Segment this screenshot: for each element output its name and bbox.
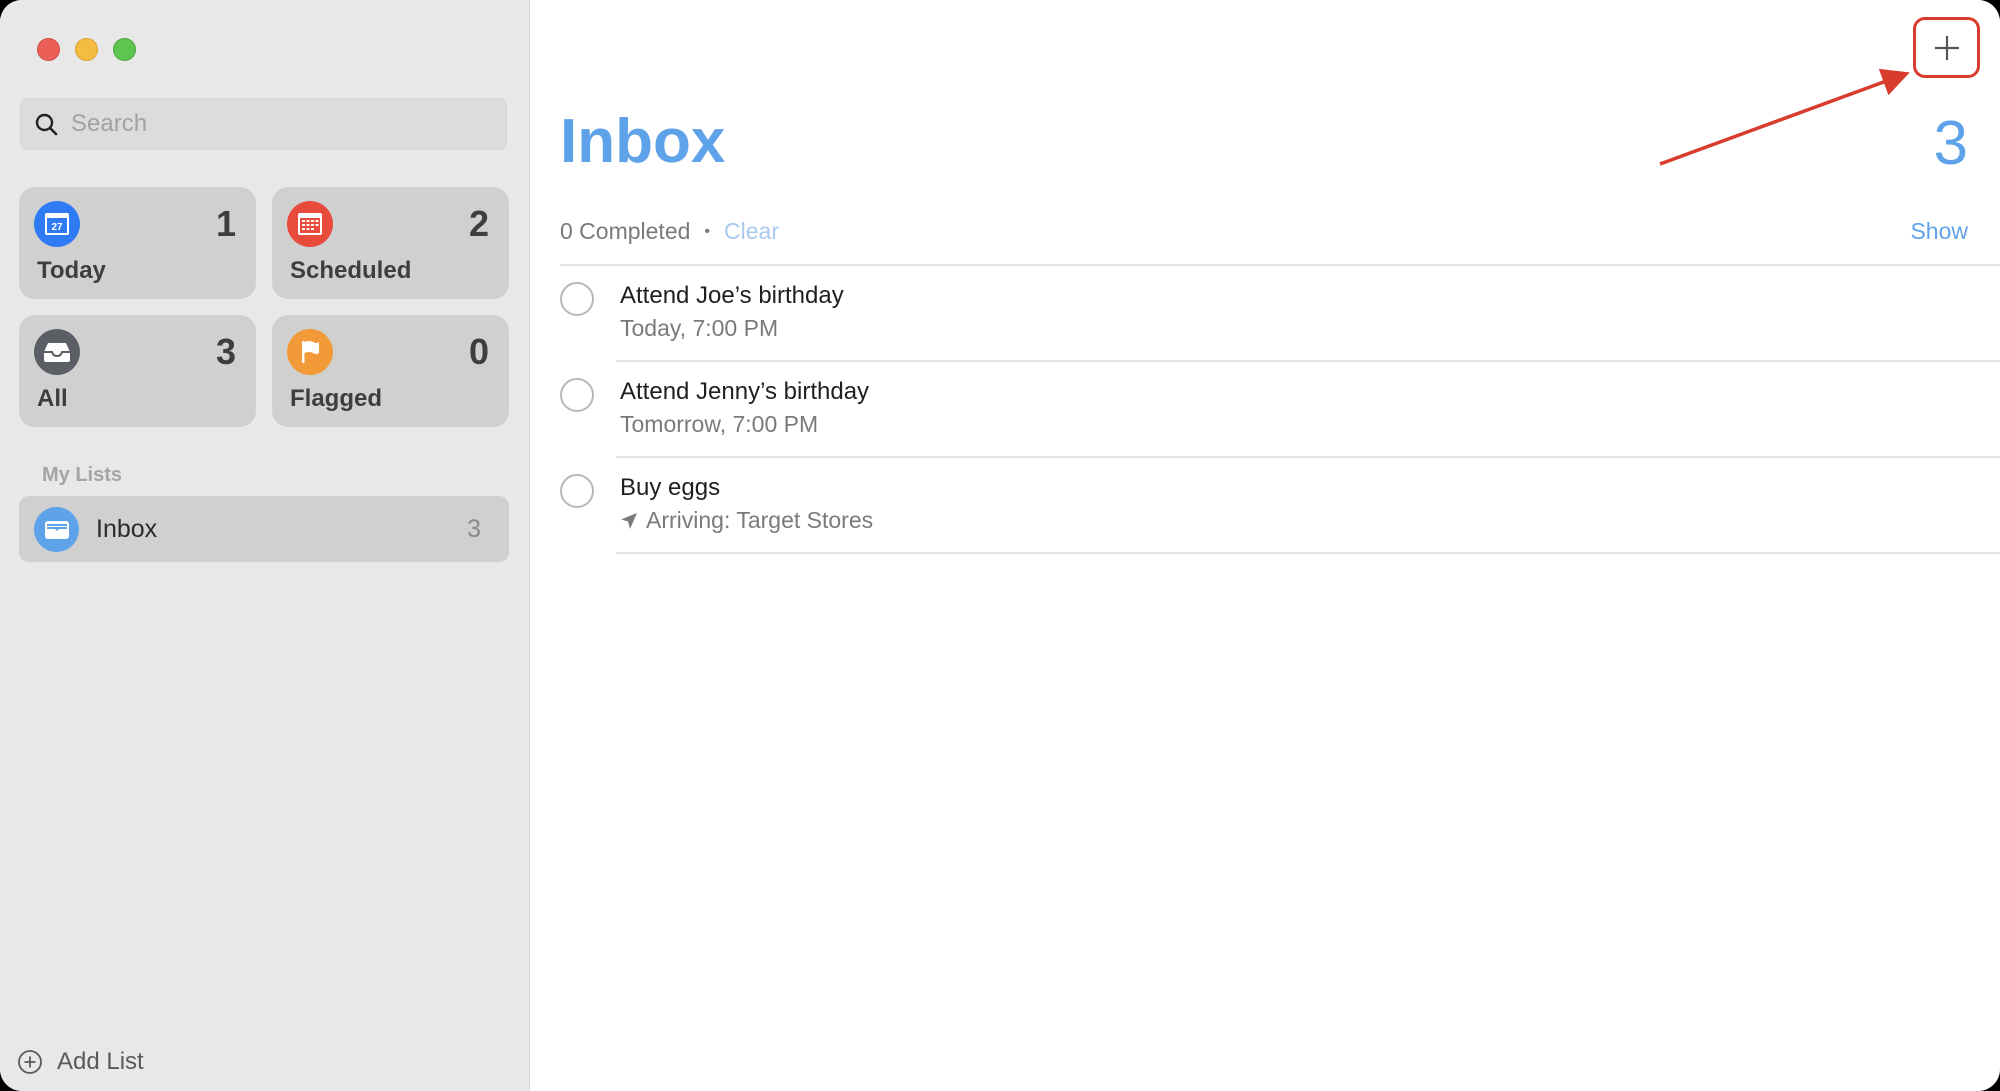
reminder-subtitle: Today, 7:00 PM xyxy=(620,315,778,342)
flag-icon xyxy=(287,329,333,375)
reminder-due: Tomorrow, 7:00 PM xyxy=(620,411,819,437)
reminder-title[interactable]: Buy eggs xyxy=(620,474,720,502)
location-arrow-icon xyxy=(621,512,637,529)
separator-dot: • xyxy=(704,222,711,240)
clear-completed-button[interactable]: Clear xyxy=(724,218,779,245)
smart-list-today[interactable]: 27 1 Today xyxy=(19,187,256,299)
reminder-due: Today, 7:00 PM xyxy=(620,315,779,341)
flagged-count: 0 xyxy=(468,331,489,372)
search-icon xyxy=(35,113,58,136)
add-list-label: Add List xyxy=(57,1048,144,1075)
reminder-location: Arriving: Target Stores xyxy=(646,507,874,533)
minimize-window-button[interactable] xyxy=(75,38,98,61)
completed-bar: 0 Completed • Clear xyxy=(560,218,779,245)
page-title: Inbox xyxy=(560,107,726,176)
add-list-button[interactable]: Add List xyxy=(17,1048,144,1076)
add-reminder-button[interactable] xyxy=(1913,17,1980,78)
sidebar-list-inbox[interactable]: Inbox 3 xyxy=(19,496,509,562)
all-count: 3 xyxy=(215,331,236,372)
reminder-title[interactable]: Attend Joe’s birthday xyxy=(620,282,844,310)
list-count: 3 xyxy=(467,515,481,543)
my-lists-header: My Lists xyxy=(42,464,123,486)
today-label: Today xyxy=(37,257,106,284)
svg-text:27: 27 xyxy=(51,222,63,233)
smart-list-flagged[interactable]: 0 Flagged xyxy=(272,315,509,427)
scheduled-count: 2 xyxy=(468,203,489,244)
reminder-row[interactable]: Attend Joe’s birthday Today, 7:00 PM xyxy=(531,266,2000,362)
show-completed-button[interactable]: Show xyxy=(1910,218,1968,245)
main-content: Inbox 3 0 Completed • Clear Show Attend … xyxy=(531,0,2000,1091)
reminders-window: 27 1 Today 2 Scheduled xyxy=(0,0,2000,1091)
reminder-checkbox[interactable] xyxy=(560,474,594,508)
sidebar: 27 1 Today 2 Scheduled xyxy=(0,0,530,1091)
reminder-checkbox[interactable] xyxy=(560,378,594,412)
smart-list-scheduled[interactable]: 2 Scheduled xyxy=(272,187,509,299)
list-name: Inbox xyxy=(96,515,158,543)
scheduled-label: Scheduled xyxy=(290,257,412,284)
search-field[interactable] xyxy=(20,98,507,150)
calendar-scheduled-icon xyxy=(287,201,333,247)
reminder-subtitle: Arriving: Target Stores xyxy=(620,507,873,534)
reminder-title[interactable]: Attend Jenny’s birthday xyxy=(620,378,869,406)
reminder-count: 3 xyxy=(1933,109,1968,178)
reminder-checkbox[interactable] xyxy=(560,282,594,316)
reminder-subtitle: Tomorrow, 7:00 PM xyxy=(620,411,818,438)
today-count: 1 xyxy=(215,203,236,244)
plus-circle-icon xyxy=(18,1050,42,1074)
search-input[interactable] xyxy=(71,99,491,149)
close-window-button[interactable] xyxy=(37,38,60,61)
row-divider xyxy=(616,552,2000,554)
plus-icon xyxy=(1934,35,1959,60)
completed-count-label: 0 Completed xyxy=(560,218,691,244)
reminder-row[interactable]: Attend Jenny’s birthday Tomorrow, 7:00 P… xyxy=(531,362,2000,458)
all-label: All xyxy=(37,385,68,412)
tray-icon xyxy=(34,329,80,375)
calendar-today-icon: 27 xyxy=(34,201,80,247)
inbox-list-icon xyxy=(34,507,79,552)
reminder-row[interactable]: Buy eggs Arriving: Target Stores xyxy=(531,458,2000,554)
smart-list-all[interactable]: 3 All xyxy=(19,315,256,427)
flagged-label: Flagged xyxy=(290,385,383,412)
maximize-window-button[interactable] xyxy=(113,38,136,61)
